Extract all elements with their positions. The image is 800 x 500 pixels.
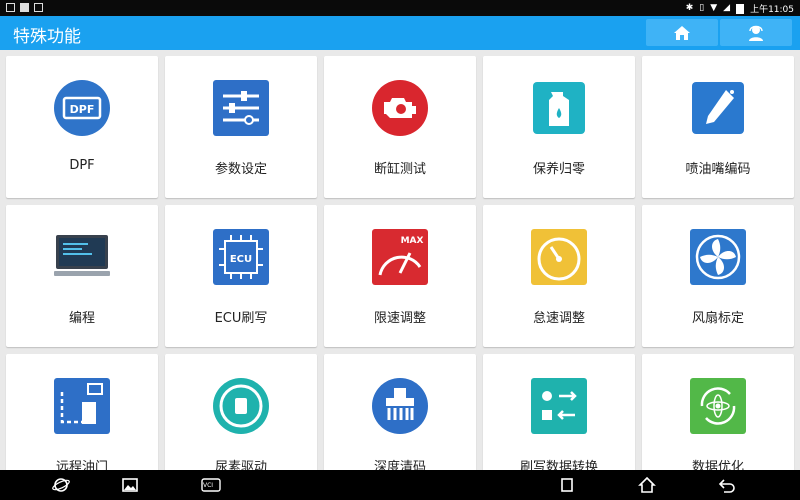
home-button[interactable] [646,19,718,46]
notification-icon [6,3,15,12]
idle-gauge-icon [531,229,587,285]
tile-label: DPF [69,158,95,173]
remote-throttle-icon [54,378,110,434]
dpf-icon: DPF [54,80,110,136]
tile-parameter-settings[interactable]: 参数设定 [165,56,317,198]
tile-speed-limit[interactable]: MAX 限速调整 [324,205,476,347]
brush-icon [372,378,428,434]
data-convert-icon [531,378,587,434]
wifi-icon: ▼ [710,3,718,13]
home-nav-icon[interactable] [638,476,656,494]
support-button[interactable] [720,19,792,46]
speed-limit-gauge-icon: MAX [372,229,428,285]
tile-label: 限速调整 [373,311,426,326]
page-title: 特殊功能 [13,27,81,47]
tile-label: 怠速调整 [532,311,585,326]
battery-icon [736,3,745,14]
svg-text:MAX: MAX [401,236,424,246]
status-bar: ✱ ▯ ▼ ◢ 上午11:05 [0,0,800,16]
tile-label: 参数设定 [214,162,267,177]
gallery-icon[interactable] [121,476,139,494]
user-support-icon [749,25,763,41]
tile-injector-coding[interactable]: 喷油嘴编码 [642,56,794,198]
tile-label: 断缸测试 [373,162,426,177]
vibrate-icon: ▯ [699,3,705,13]
tile-label: 编程 [68,311,95,326]
screen: ✱ ▯ ▼ ◢ 上午11:05 特殊功能 DPF DPF 参数设定 断缸测试 保… [0,0,800,500]
atom-refresh-icon [690,378,746,434]
engine-icon [372,80,428,136]
signal-icon: ◢ [723,3,731,13]
fan-icon [690,229,746,285]
tile-cylinder-cut-test[interactable]: 断缸测试 [324,56,476,198]
tile-ecu-flash[interactable]: ECU ECU刷写 [165,205,317,347]
tile-label: 保养归零 [532,162,585,177]
bluetooth-icon: ✱ [685,3,694,13]
ecu-chip-icon: ECU [213,229,269,285]
tile-label: 喷油嘴编码 [685,162,751,177]
browser-icon[interactable] [52,476,70,494]
oil-bottle-icon [533,82,585,134]
tile-label: ECU刷写 [214,311,268,326]
title-bar: 特殊功能 [0,16,800,50]
navigation-bar: VCI [0,470,800,500]
tile-programming[interactable]: 编程 [6,205,158,347]
svg-text:DPF: DPF [70,103,95,116]
tile-dpf[interactable]: DPF DPF [6,56,158,198]
notification-icon [20,3,29,12]
monitor-icon [54,235,110,276]
clock: 上午11:05 [750,5,794,15]
back-icon[interactable] [718,476,736,494]
sliders-icon [213,80,269,136]
tile-fan-calibration[interactable]: 风扇标定 [642,205,794,347]
notification-icon [34,3,43,12]
tile-label: 风扇标定 [691,311,744,326]
tile-maintenance-reset[interactable]: 保养归零 [483,56,635,198]
injector-icon [692,82,744,134]
vci-label: VCI [203,482,214,489]
tile-idle-adjust[interactable]: 怠速调整 [483,205,635,347]
home-icon [674,25,690,40]
svg-text:ECU: ECU [230,254,252,265]
vci-button[interactable]: VCI [200,476,222,494]
recents-icon[interactable] [558,476,576,494]
urea-icon [213,378,269,434]
